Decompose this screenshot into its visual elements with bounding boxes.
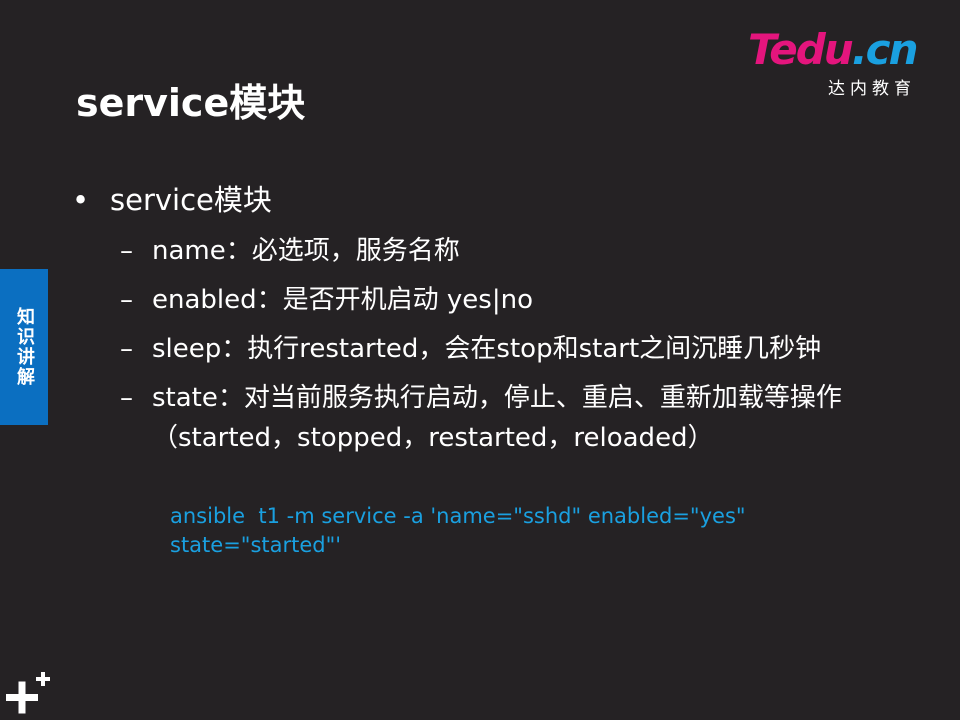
- bullet-item-state: – state：对当前服务执行启动，停止、重启、重新加载等操作（started，…: [72, 378, 912, 458]
- dash-icon: –: [120, 236, 133, 266]
- bullet-item-enabled: – enabled：是否开机启动 yes|no: [72, 280, 912, 320]
- code-example: ansible t1 -m service -a 'name="sshd" en…: [170, 504, 753, 557]
- plus-logo-icon: [6, 672, 50, 714]
- bullet-main: • service模块: [72, 178, 912, 222]
- bullet-item-text: sleep：执行restarted，会在stop和start之间沉睡几秒钟: [152, 334, 822, 364]
- dash-icon: –: [120, 285, 133, 315]
- dash-icon: –: [120, 383, 133, 413]
- bullet-main-text: service模块: [110, 183, 272, 217]
- bullet-dot-icon: •: [72, 183, 90, 217]
- dash-icon: –: [120, 334, 133, 364]
- side-tab-label: 知识讲解: [14, 307, 35, 387]
- bullet-item-sleep: – sleep：执行restarted，会在stop和start之间沉睡几秒钟: [72, 329, 912, 369]
- slide-title: service模块: [76, 81, 306, 125]
- bullet-item-name: – name：必选项，服务名称: [72, 231, 912, 271]
- logo-subtitle: 达内教育: [828, 79, 916, 99]
- side-tab: 知识讲解: [0, 269, 48, 425]
- logo-wordmark: Tedu.cn: [748, 25, 918, 74]
- tedu-logo: Tedu.cn 达内教育: [748, 26, 938, 100]
- bullet-item-text: enabled：是否开机启动 yes|no: [152, 285, 533, 315]
- slide-content: • service模块 – name：必选项，服务名称 – enabled：是否…: [72, 178, 912, 458]
- bullet-item-text: name：必选项，服务名称: [152, 236, 460, 266]
- slide: service模块 Tedu.cn 达内教育 知识讲解 • service模块 …: [0, 0, 960, 720]
- bullet-item-text: state：对当前服务执行启动，停止、重启、重新加载等操作（started，st…: [152, 383, 842, 453]
